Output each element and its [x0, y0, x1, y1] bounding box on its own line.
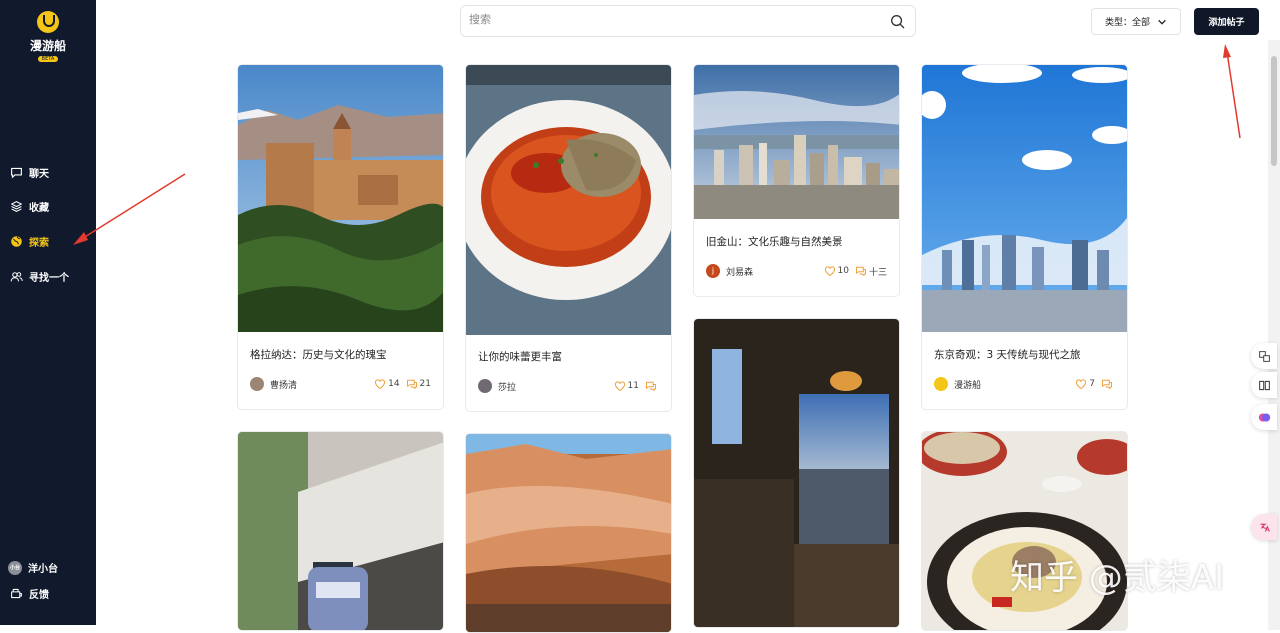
translate-tool-button[interactable]: [1251, 343, 1277, 369]
post-card[interactable]: 旧金山：文化乐趣与自然美景 j 刘易森 10 十三: [693, 64, 900, 297]
scrollbar-thumb[interactable]: [1271, 56, 1277, 166]
post-title: 让你的味蕾更丰富: [478, 351, 562, 363]
user-profile[interactable]: 小台 洋小台: [8, 560, 58, 575]
post-card[interactable]: 东京奇观：3 天传统与现代之旅 漫游船 7: [921, 64, 1128, 410]
post-author: 曹扬清: [270, 380, 298, 391]
post-card[interactable]: 格拉纳达：历史与文化的瑰宝 曹扬清 14 21: [237, 64, 444, 410]
users-icon: [10, 271, 23, 281]
filter-label: 类型：全部: [1104, 18, 1150, 28]
heart-icon: [614, 381, 625, 392]
post-title: 东京奇观：3 天传统与现代之旅: [934, 349, 1081, 361]
avatar: [478, 379, 492, 393]
comment-count[interactable]: 十三: [855, 265, 887, 278]
comment-count[interactable]: 21: [406, 378, 431, 390]
post-author: 莎拉: [498, 382, 517, 393]
sidebar-item-label: 寻找一个: [29, 272, 69, 284]
comment-icon: [406, 379, 417, 389]
user-name: 洋小台: [28, 564, 58, 575]
translate-icon: [1258, 350, 1270, 362]
feedback-button[interactable]: 反馈: [10, 586, 49, 601]
add-post-button[interactable]: 添加帖子: [1194, 8, 1259, 35]
heart-icon: [375, 379, 386, 390]
like-count[interactable]: 14: [374, 378, 400, 390]
post-image-san-francisco: [694, 65, 899, 219]
sidebar-item-explore[interactable]: 探索: [10, 231, 49, 251]
avatar: [934, 377, 948, 391]
type-filter-select[interactable]: 类型：全部: [1091, 8, 1181, 35]
app-logo[interactable]: 漫游船 BETA: [0, 8, 96, 73]
heart-icon: [824, 266, 835, 277]
sidebar-item-label: 聊天: [29, 168, 49, 180]
post-title: 格拉纳达：历史与文化的瑰宝: [250, 349, 387, 361]
feedback-label: 反馈: [29, 590, 49, 601]
post-image-granada: [238, 65, 443, 332]
comment-count[interactable]: [645, 380, 659, 392]
feedback-icon: [11, 588, 22, 599]
sidebar: 漫游船 BETA 聊天 收藏 探索 寻找一个 小台 洋小台 反馈: [0, 0, 96, 625]
app-name: 漫游船: [29, 39, 66, 53]
post-card[interactable]: [237, 431, 444, 631]
beta-badge: BETA: [37, 56, 59, 62]
post-image-store: [238, 432, 443, 630]
post-card[interactable]: 让你的味蕾更丰富 莎拉 11: [465, 64, 672, 412]
watermark: 知乎 @贰柒AI: [1010, 558, 1225, 598]
reader-tool-button[interactable]: [1251, 372, 1277, 398]
search-icon[interactable]: [890, 14, 905, 29]
comment-icon: [1102, 379, 1112, 389]
post-image-canyon: [466, 434, 671, 632]
avatar: [250, 377, 264, 391]
post-author: 漫游船: [954, 380, 982, 391]
sidebar-item-label: 探索: [29, 237, 49, 249]
logo-icon: [37, 11, 59, 33]
comment-count[interactable]: [1101, 378, 1115, 390]
like-count[interactable]: 7: [1075, 378, 1095, 390]
post-image-window-view: [694, 319, 899, 627]
sidebar-item-favorites[interactable]: 收藏: [10, 196, 49, 216]
language-icon: [1259, 522, 1270, 532]
ai-assistant-button[interactable]: [1251, 404, 1277, 430]
post-meta: 漫游船 7: [934, 376, 1115, 392]
search-bar: [460, 5, 916, 37]
comment-icon: [855, 266, 866, 276]
sidebar-item-label: 收藏: [29, 202, 49, 214]
post-meta: j 刘易森 10 十三: [706, 263, 887, 279]
post-meta: 莎拉 11: [478, 378, 659, 394]
post-card[interactable]: [693, 318, 900, 628]
search-input[interactable]: [469, 13, 869, 26]
avatar: 小台: [8, 560, 22, 575]
translate-float-button[interactable]: [1251, 514, 1277, 540]
sidebar-item-chat[interactable]: 聊天: [10, 162, 49, 182]
like-count[interactable]: 10: [824, 265, 849, 277]
post-image-tokyo: [922, 65, 1127, 332]
post-image-food: [466, 65, 671, 335]
post-image-dish: [922, 432, 1127, 630]
heart-icon: [1076, 379, 1087, 390]
chevron-down-icon: [1158, 19, 1166, 25]
globe-icon: [11, 235, 22, 247]
avatar: j: [706, 264, 720, 278]
post-card[interactable]: [921, 431, 1128, 631]
sidebar-item-find[interactable]: 寻找一个: [10, 266, 69, 286]
like-count[interactable]: 11: [614, 380, 639, 392]
page-scrollbar[interactable]: [1268, 40, 1280, 630]
chat-icon: [11, 167, 22, 178]
comment-icon: [646, 381, 656, 391]
layers-icon: [11, 200, 22, 212]
post-title: 旧金山：文化乐趣与自然美景: [706, 236, 843, 248]
post-meta: 曹扬清 14 21: [250, 376, 431, 392]
book-icon: [1258, 380, 1270, 390]
post-card[interactable]: [465, 433, 672, 633]
brain-icon: [1258, 412, 1270, 422]
post-author: 刘易森: [726, 267, 754, 278]
